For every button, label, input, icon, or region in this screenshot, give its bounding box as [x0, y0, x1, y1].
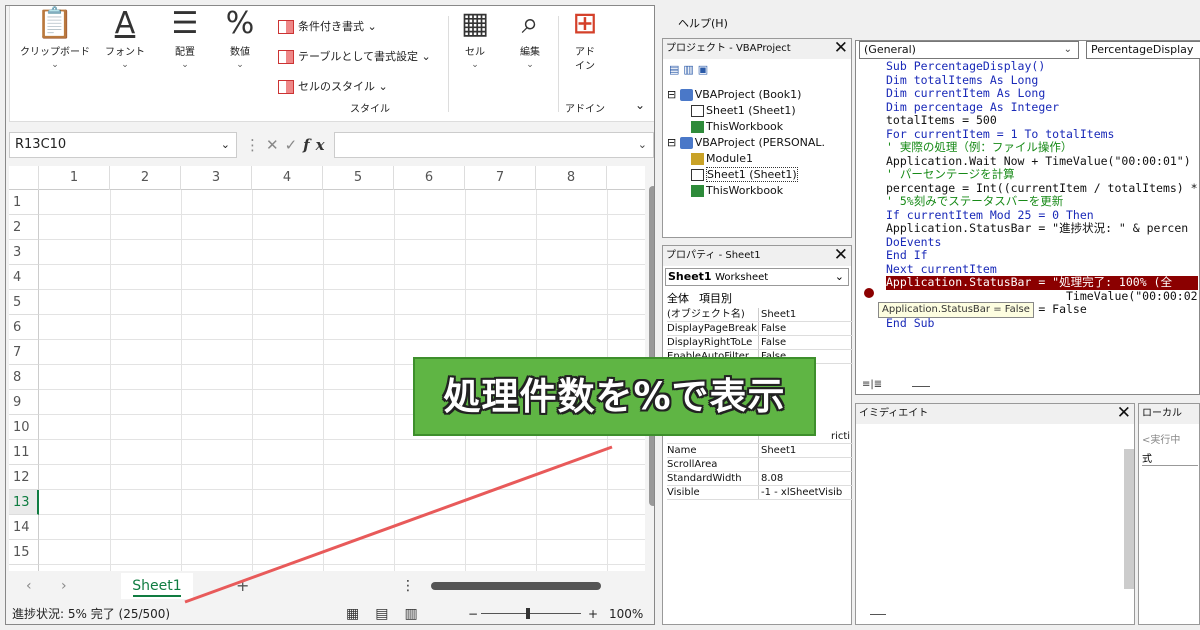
arrow-annotation — [184, 445, 613, 604]
screenshot-frame: 📋 クリップボード ⌄ A フォント ⌄ ☰ 配置 ⌄ % 数値 ⌄ 条件付き書… — [0, 0, 1200, 630]
callout-box: 処理件数を%で表示 — [413, 357, 816, 436]
callout-text: 処理件数を%で表示 — [443, 375, 786, 418]
arrow-line — [184, 445, 613, 604]
